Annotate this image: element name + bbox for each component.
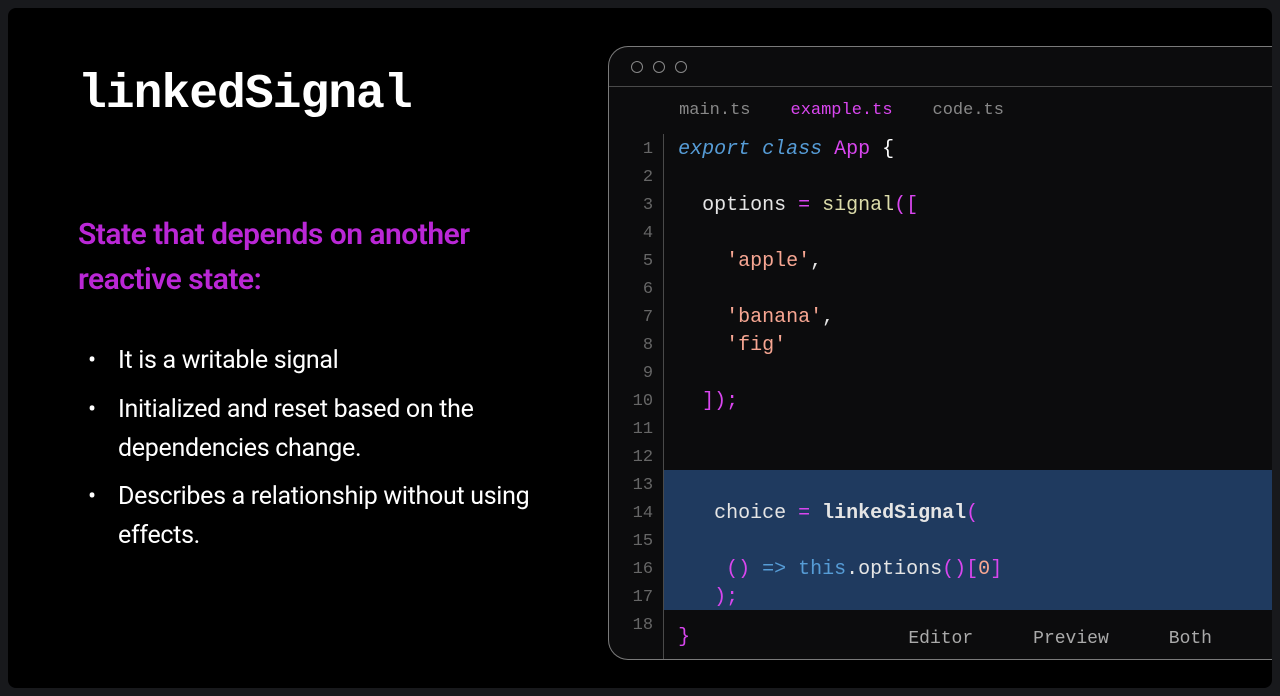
line-number: 3 bbox=[609, 192, 653, 220]
line-number: 5 bbox=[609, 248, 653, 276]
code-line bbox=[678, 472, 1272, 500]
editor-window: main.ts example.ts code.ts 1 2 3 4 5 6 7… bbox=[608, 46, 1272, 660]
line-number: 4 bbox=[609, 220, 653, 248]
traffic-light-minimize-icon[interactable] bbox=[653, 61, 665, 73]
tab-example[interactable]: example.ts bbox=[791, 101, 893, 120]
code-line bbox=[678, 360, 1272, 388]
code-area: 1 2 3 4 5 6 7 8 9 10 11 12 13 14 15 16 1 bbox=[609, 134, 1272, 659]
list-item: It is a writable signal bbox=[118, 342, 572, 381]
code-line bbox=[678, 164, 1272, 192]
code-line: choice = linkedSignal( bbox=[678, 500, 1272, 528]
editor-tabs: main.ts example.ts code.ts bbox=[609, 87, 1272, 134]
code-line: ); bbox=[678, 584, 1272, 612]
window-titlebar bbox=[609, 47, 1272, 87]
code-line: 'fig' bbox=[678, 332, 1272, 360]
content-panel: linkedSignal State that depends on anoth… bbox=[8, 8, 602, 688]
code-line bbox=[678, 416, 1272, 444]
line-number: 6 bbox=[609, 276, 653, 304]
code-line bbox=[678, 528, 1272, 556]
tab-code[interactable]: code.ts bbox=[933, 101, 1004, 120]
code-line: 'apple', bbox=[678, 248, 1272, 276]
code-line: ]); bbox=[678, 388, 1272, 416]
tab-main[interactable]: main.ts bbox=[679, 101, 750, 120]
code-line: () => this.options()[0] bbox=[678, 556, 1272, 584]
code-line bbox=[678, 220, 1272, 248]
slide-title: linkedSignal bbox=[78, 68, 572, 122]
line-number: 10 bbox=[609, 388, 653, 416]
code-line: 'banana', bbox=[678, 304, 1272, 332]
presentation-slide: linkedSignal State that depends on anoth… bbox=[8, 8, 1272, 688]
list-item: Initialized and reset based on the depen… bbox=[118, 391, 572, 469]
line-number: 15 bbox=[609, 528, 653, 556]
line-number: 14 bbox=[609, 500, 653, 528]
line-number: 11 bbox=[609, 416, 653, 444]
line-number: 12 bbox=[609, 444, 653, 472]
line-number: 13 bbox=[609, 472, 653, 500]
code-content[interactable]: export class App { options = signal([ 'a… bbox=[664, 134, 1272, 659]
code-line: options = signal([ bbox=[678, 192, 1272, 220]
bullet-list: It is a writable signal Initialized and … bbox=[78, 342, 572, 556]
line-number: 16 bbox=[609, 556, 653, 584]
line-gutter: 1 2 3 4 5 6 7 8 9 10 11 12 13 14 15 16 1 bbox=[609, 134, 664, 659]
code-line: export class App { bbox=[678, 136, 1272, 164]
list-item: Describes a relationship without using e… bbox=[118, 478, 572, 556]
code-panel: main.ts example.ts code.ts 1 2 3 4 5 6 7… bbox=[602, 8, 1272, 688]
line-number: 9 bbox=[609, 360, 653, 388]
code-line: } bbox=[678, 624, 1272, 652]
line-number: 1 bbox=[609, 136, 653, 164]
line-number: 7 bbox=[609, 304, 653, 332]
traffic-light-zoom-icon[interactable] bbox=[675, 61, 687, 73]
line-number: 8 bbox=[609, 332, 653, 360]
line-number: 2 bbox=[609, 164, 653, 192]
line-number: 17 bbox=[609, 584, 653, 612]
slide-subheading: State that depends on another reactive s… bbox=[78, 212, 572, 302]
code-line bbox=[678, 276, 1272, 304]
code-line bbox=[678, 444, 1272, 472]
line-number: 18 bbox=[609, 612, 653, 640]
traffic-light-close-icon[interactable] bbox=[631, 61, 643, 73]
